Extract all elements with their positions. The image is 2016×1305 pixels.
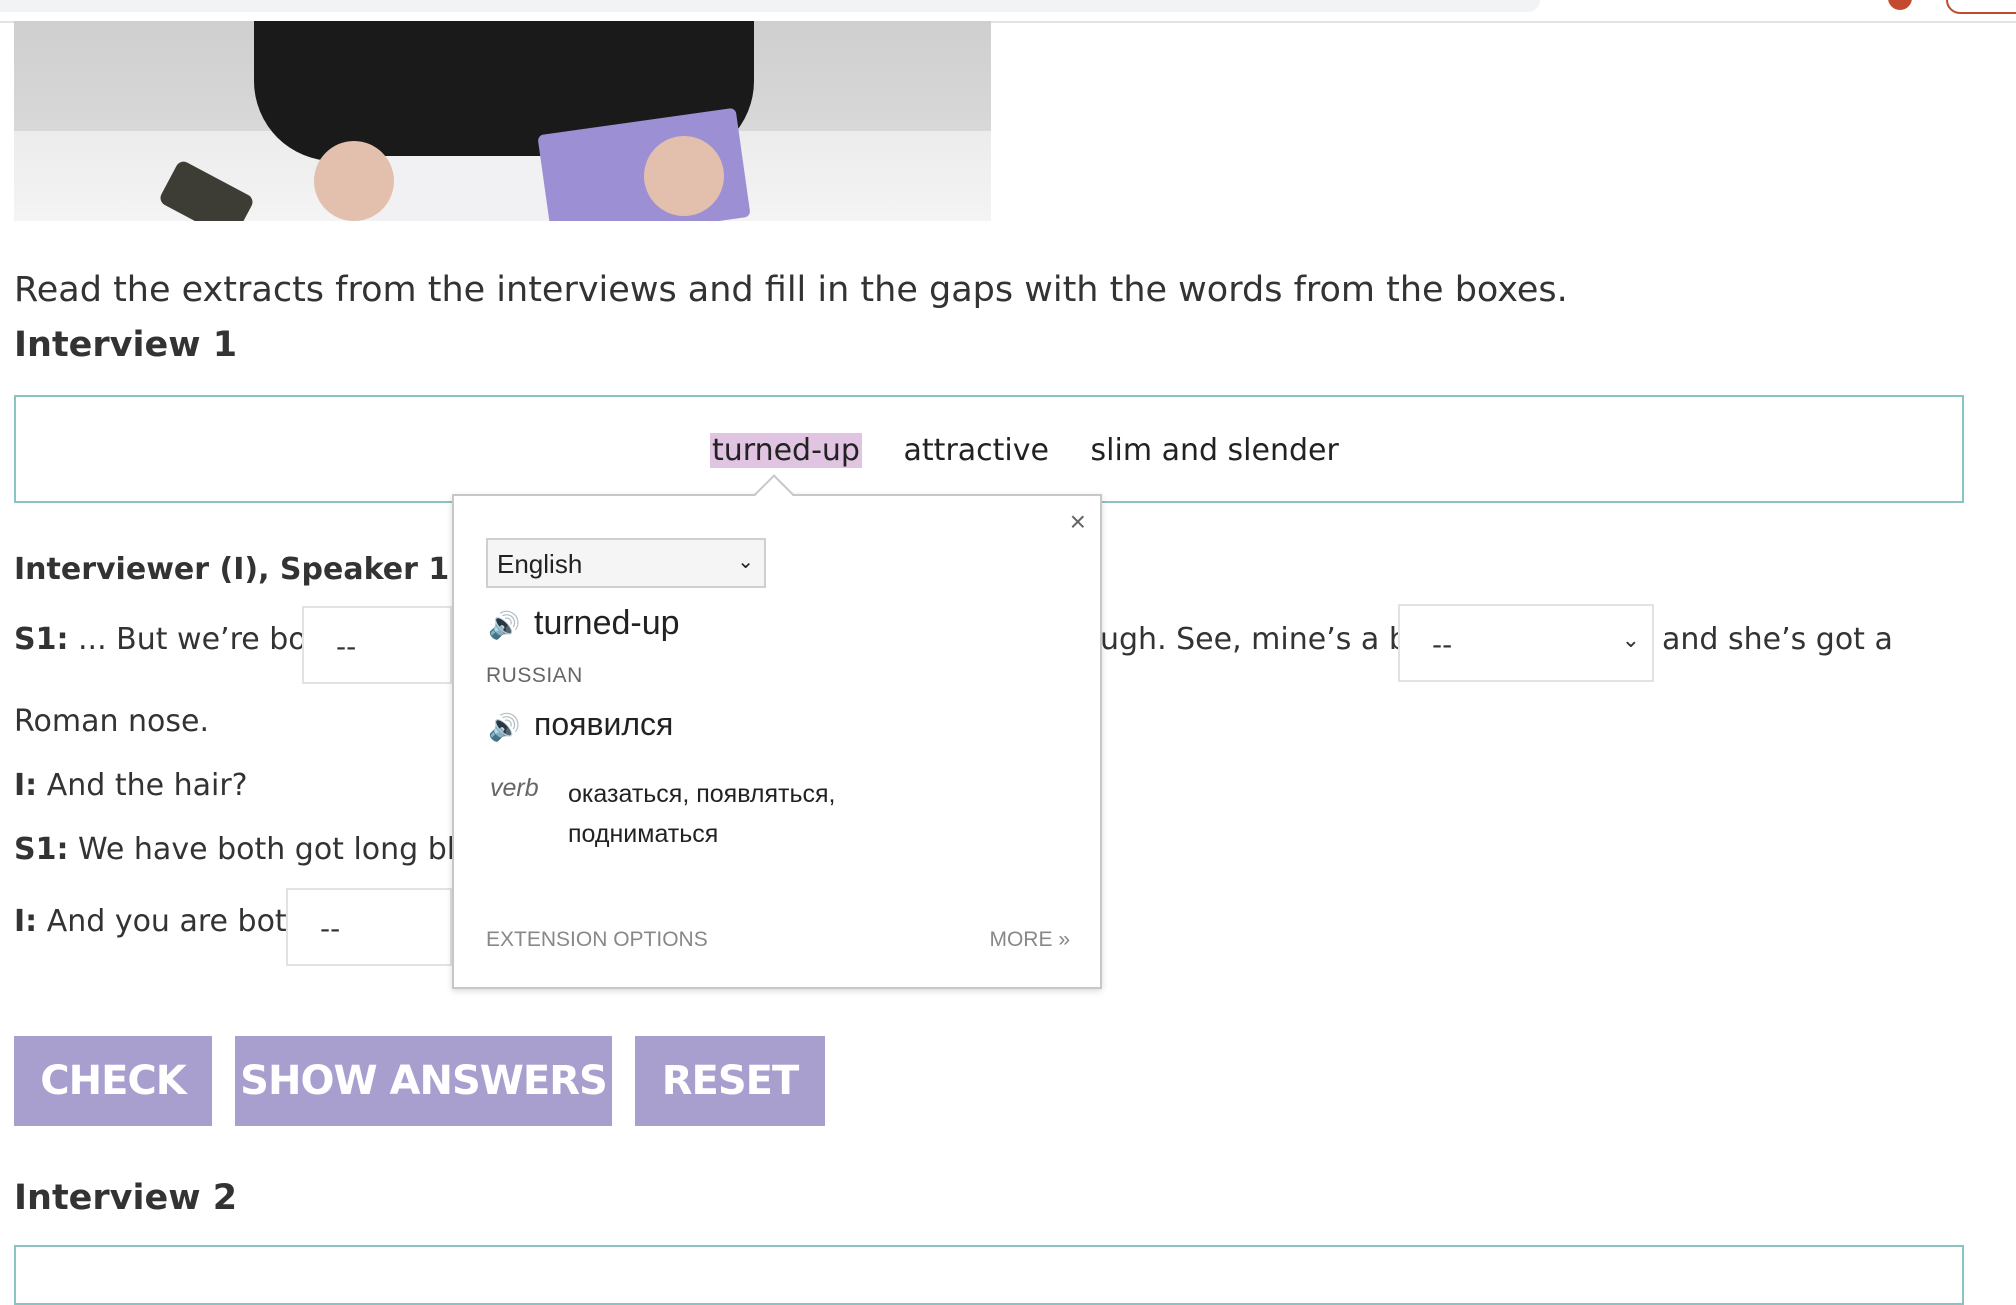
extension-options-link[interactable]: EXTENSION OPTIONS [486, 928, 708, 952]
line-text: ... But we’re both [68, 622, 338, 657]
instruction-text: Read the extracts from the interviews an… [14, 270, 1568, 310]
speaker-label: I: [14, 768, 38, 803]
part-of-speech: verb [490, 774, 539, 802]
source-language-select[interactable]: English ⌄ [486, 538, 766, 588]
hero-photo [14, 21, 991, 221]
dropdown-value: -- [320, 912, 341, 945]
check-button[interactable]: CHECK [14, 1036, 212, 1126]
line-s1-middle: ugh. See, mine’s a bit [1100, 622, 1428, 657]
chevron-down-icon: ⌄ [1621, 628, 1640, 653]
photo-hand-right [644, 136, 724, 216]
translation-popup: × English ⌄ 🔊 turned-up RUSSIAN 🔊 появил… [452, 474, 1102, 989]
close-icon[interactable]: × [1070, 506, 1086, 538]
dropdown-value: -- [336, 630, 357, 663]
browser-toolbar-strip [0, 0, 2016, 23]
line-i-both: I: And you are both, [14, 904, 315, 939]
gap-dropdown-3[interactable]: -- [286, 888, 452, 966]
browser-action-button[interactable] [1946, 0, 2016, 14]
word-slim-and-slender[interactable]: slim and slender [1091, 433, 1339, 468]
word-box: turned-up attractive slim and slender [14, 395, 1964, 503]
speaker-label: I: [14, 904, 38, 939]
speaker-label: S1: [14, 832, 69, 867]
line-s1-hair: S1: We have both got long black [14, 832, 507, 867]
profile-avatar[interactable] [1888, 0, 1912, 10]
synonyms-list: оказаться, появляться, подниматься [568, 780, 836, 848]
dropdown-value: -- [1432, 628, 1453, 661]
reset-button[interactable]: RESET [635, 1036, 825, 1126]
photo-hand-left [314, 141, 394, 221]
source-language-value: English [497, 549, 583, 579]
line-text: We have both got long black [68, 832, 508, 867]
chevron-down-icon: ⌄ [737, 551, 754, 573]
interview-2-heading: Interview 2 [14, 1178, 238, 1218]
gap-dropdown-1[interactable]: -- [302, 606, 452, 684]
line-s1-end: and she’s got a [1662, 622, 1893, 657]
speaker-label: S1: [14, 622, 69, 657]
word-turned-up[interactable]: turned-up [710, 433, 862, 468]
line-i-hair: I: And the hair? [14, 768, 248, 803]
interview-2-word-box [14, 1245, 1964, 1305]
show-answers-button[interactable]: SHOW ANSWERS [235, 1036, 612, 1126]
gap-dropdown-2[interactable]: -- ⌄ [1398, 604, 1654, 682]
line-s1-start: S1: ... But we’re both [14, 622, 337, 657]
line-roman-nose: Roman nose. [14, 704, 209, 739]
interview-1-heading: Interview 1 [14, 325, 238, 365]
speaker-icon[interactable]: 🔊 [488, 610, 520, 641]
speaker-icon[interactable]: 🔊 [488, 712, 520, 743]
word-list: turned-up attractive slim and slender [710, 433, 1371, 468]
line-text: And you are both, [37, 904, 316, 939]
more-link[interactable]: MORE » [989, 928, 1070, 952]
translation-word: появился [534, 706, 674, 742]
line-text: And the hair? [37, 768, 248, 803]
address-bar[interactable] [0, 0, 1540, 12]
target-language-label: RUSSIAN [486, 664, 583, 687]
word-attractive[interactable]: attractive [904, 433, 1049, 468]
source-word: turned-up [534, 604, 680, 642]
